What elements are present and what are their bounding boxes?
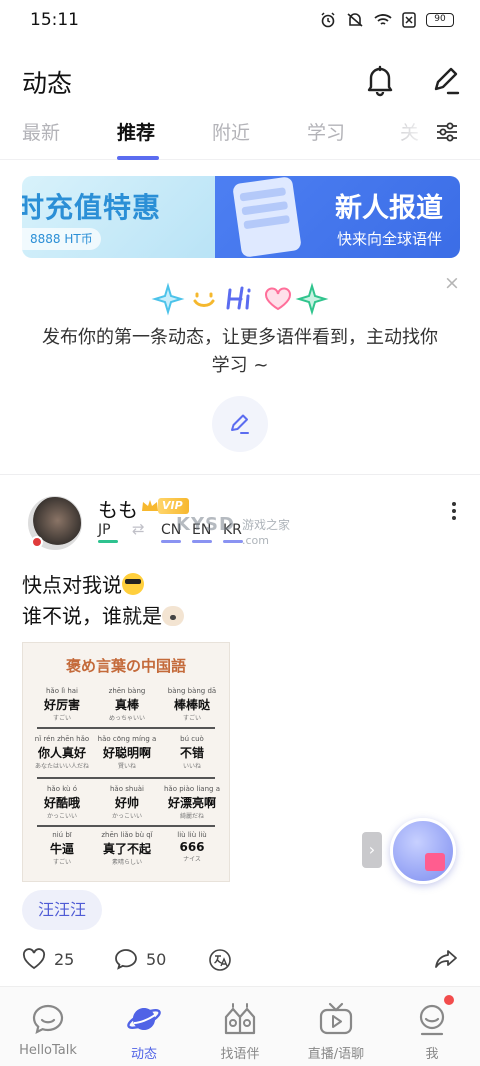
banner-newcomer[interactable]: 新人报道 快来向全球语伴 — [215, 176, 460, 258]
image-divider — [37, 727, 215, 729]
prompt-text: 发布你的第一条动态，让更多语伴看到，主动找你学习 ~ — [42, 327, 438, 376]
learning-language-bar-3 — [223, 540, 243, 543]
divider — [0, 474, 480, 475]
status-bar: 15:11 90 — [0, 0, 480, 44]
tab-recommended[interactable]: 推荐 — [117, 118, 155, 145]
notification-dot — [444, 995, 454, 1005]
compose-post-icon[interactable] — [428, 62, 464, 102]
vip-label: VIP — [158, 498, 189, 514]
post-actions: 25 50 — [0, 944, 480, 980]
pencil-icon — [231, 414, 249, 434]
banner-right-title: 新人报道 — [335, 193, 443, 224]
username[interactable]: もも — [98, 494, 138, 523]
filter-icon[interactable] — [434, 119, 460, 149]
feed-post[interactable]: もも VIP JP ⇄ CN EN KR KYSD 游戏之家 .com 快点对我… — [0, 476, 480, 986]
crown-icon — [142, 500, 158, 511]
share-icon — [435, 950, 457, 968]
find-partner-icon — [224, 1003, 256, 1035]
close-icon[interactable]: × — [444, 272, 460, 294]
nav-item-me[interactable]: 我 — [384, 987, 480, 1066]
like-button[interactable]: 25 — [22, 948, 74, 970]
like-count: 25 — [54, 949, 75, 969]
comment-count: 50 — [146, 949, 167, 969]
nav-label: 动态 — [130, 1047, 157, 1062]
notification-bell-icon[interactable] — [362, 62, 398, 102]
image-row: niú bī 牛逼 すごい zhēn liǎo bù qǐ 真了不起 素晴らしい liù… — [49, 831, 207, 866]
nav-item-find-partner[interactable]: 找语伴 — [192, 987, 288, 1066]
first-post-prompt: × 发布你的第一条动态，让更多语伴看到，主动找你学习 ~ — [0, 268, 480, 473]
vibrate-mute-icon — [347, 13, 363, 27]
profile-icon — [419, 1004, 445, 1036]
sunglasses-emoji-icon — [122, 573, 144, 595]
native-language: JP — [98, 522, 111, 538]
watermark: KYSD — [176, 514, 235, 535]
nav-label: 直播/语聊 — [307, 1047, 365, 1062]
translate-icon — [209, 949, 231, 971]
heart-icon — [22, 948, 46, 970]
comment-icon — [115, 949, 137, 970]
nav-item-moments[interactable]: 动态 — [96, 987, 192, 1066]
post-image[interactable]: 褒め言葉の中国語 hǎo lì hai 好厉害 すごい zhēn bàng 真棒 めっち… — [22, 642, 230, 882]
header: 动态 — [0, 56, 480, 112]
comment-button[interactable]: 50 — [114, 948, 166, 970]
live-tv-icon — [319, 1002, 353, 1035]
image-row: hǎo kù ó 好酷哦 かっこいい hǎo shuài 好帅 かっこいい hǎo pi… — [43, 785, 220, 820]
planet-icon — [127, 1008, 161, 1030]
nav-label: 找语伴 — [220, 1047, 260, 1062]
phone-illustration — [232, 176, 302, 258]
banner-left-title: 时充值特惠 — [22, 191, 162, 224]
create-post-button[interactable] — [212, 396, 268, 452]
status-time: 15:11 — [30, 10, 79, 30]
image-row: hǎo lì hai 好厉害 すごい zhēn bàng 真棒 めっちゃいい bàng … — [43, 687, 217, 722]
chat-bubble-icon — [32, 1004, 64, 1035]
nav-item-live[interactable]: 直播/语聊 — [288, 987, 384, 1066]
watermark-small-domain: .com — [242, 534, 269, 547]
hi-decoration-icon — [151, 282, 329, 316]
nav-label: HelloTalk — [19, 1043, 77, 1058]
sim-blocked-icon — [402, 12, 416, 28]
image-row: nǐ rén zhēn hǎo 你人真好 あなたはいい人だね hǎo cōng mí… — [34, 735, 204, 770]
native-language-bar — [98, 540, 118, 543]
feed-tabs: 最新 推荐 附近 学习 关 — [0, 108, 480, 160]
bottom-nav: HelloTalk 动态 找语伴 直播/语聊 我 — [0, 986, 480, 1066]
tab-nearby[interactable]: 附近 — [212, 118, 250, 145]
topic-tag[interactable]: 汪汪汪 — [22, 890, 103, 930]
image-divider — [37, 825, 215, 827]
image-title: 褒め言葉の中国語 — [65, 657, 186, 675]
alarm-icon — [321, 12, 335, 28]
dog-emoji-icon — [162, 606, 184, 626]
battery-icon: 90 — [426, 13, 454, 27]
share-button[interactable] — [434, 948, 458, 970]
tab-learning[interactable]: 学习 — [307, 118, 345, 145]
translate-button[interactable] — [208, 948, 232, 972]
post-text: 快点对我说 谁不说，谁就是 — [22, 570, 184, 632]
post-text-line2: 谁不说，谁就是 — [22, 604, 162, 628]
learning-language-bar-1 — [161, 540, 181, 543]
image-divider — [37, 777, 215, 779]
active-tab-indicator — [117, 156, 159, 160]
page-title: 动态 — [22, 69, 73, 98]
more-options-icon[interactable] — [446, 500, 462, 524]
banner-recharge[interactable]: 时充值特惠 8888 HT币 — [22, 176, 215, 258]
swap-icon: ⇄ — [132, 520, 145, 538]
nav-item-hellotalk[interactable]: HelloTalk — [0, 987, 96, 1066]
nav-label: 我 — [425, 1047, 439, 1062]
tab-latest[interactable]: 最新 — [22, 118, 60, 145]
vip-badge: VIP — [140, 496, 189, 516]
banner-left-sub: 8888 HT币 — [22, 228, 101, 250]
watermark-small: 游戏之家 — [242, 518, 291, 532]
post-text-line1: 快点对我说 — [22, 573, 122, 597]
tabs-fade — [380, 108, 430, 156]
online-status-dot — [31, 536, 43, 548]
status-icons: 90 — [320, 12, 454, 28]
learning-language-bar-2 — [192, 540, 212, 543]
wifi-icon — [374, 14, 392, 25]
collapse-widget-button[interactable]: › — [362, 832, 382, 868]
promo-banner[interactable]: 时充值特惠 8888 HT币 新人报道 快来向全球语伴 — [22, 176, 460, 258]
banner-right-sub: 快来向全球语伴 — [337, 230, 443, 248]
task-gift-widget[interactable] — [390, 818, 456, 884]
